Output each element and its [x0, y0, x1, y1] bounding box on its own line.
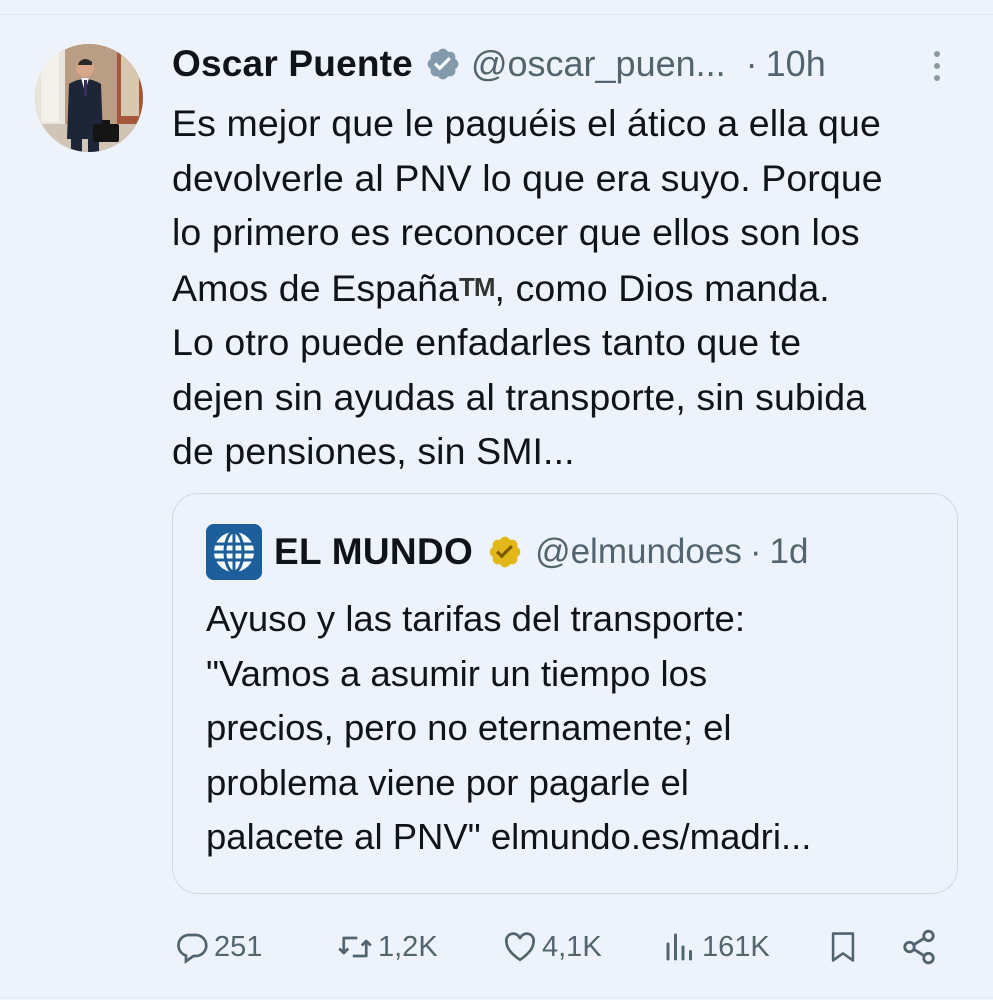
retweet-button[interactable]: 1,2K: [336, 924, 438, 970]
quoted-text-line: palacete al PNV" elmundo.es/madri...: [206, 816, 812, 857]
action-bar: 251 1,2K 4,1K 161K: [172, 924, 952, 970]
retweet-icon: [338, 936, 372, 958]
tweet-header: Oscar Puente @oscar_puen... · 10h: [172, 36, 962, 92]
top-divider: [0, 14, 993, 15]
views-button[interactable]: 161K: [662, 924, 770, 970]
tweet-text-fragment: Amos de España: [172, 266, 459, 309]
tweet-text: Es mejor que le paguéis el ático a ella …: [172, 96, 962, 479]
tweet-text-line: Amos de EspañaTM, como Dios manda.: [172, 260, 962, 316]
tweet-text-line: dejen sin ayudas al transporte, sin subi…: [172, 375, 867, 418]
like-button[interactable]: 4,1K: [502, 924, 602, 970]
avatar-image: [35, 44, 143, 152]
quoted-text-line: problema viene por pagarle el: [206, 761, 689, 803]
separator-dot: ·: [749, 532, 762, 571]
verified-badge-icon: [489, 536, 521, 568]
views-icon: [666, 933, 692, 961]
bookmark-button[interactable]: [826, 924, 860, 970]
quoted-text: Ayuso y las tarifas del transporte: "Vam…: [206, 592, 946, 865]
tweet-time[interactable]: 10h: [766, 43, 826, 85]
tweet-text-line: Es mejor que le paguéis el ático a ella …: [172, 102, 881, 144]
quoted-header: EL MUNDO @elmundoes · 1d: [274, 524, 808, 580]
more-icon[interactable]: [925, 46, 949, 86]
tweet-text-line: lo primero es reconocer que ellos son lo…: [172, 211, 860, 253]
quoted-time[interactable]: 1d: [769, 532, 808, 572]
reply-button[interactable]: 251: [174, 924, 262, 970]
author-handle[interactable]: @oscar_puen...: [471, 43, 726, 85]
like-icon: [504, 932, 536, 962]
quoted-author-name[interactable]: EL MUNDO: [274, 531, 473, 573]
bottom-divider: [0, 997, 993, 998]
quoted-tweet[interactable]: EL MUNDO @elmundoes · 1d Ayuso y las tar…: [172, 493, 958, 894]
tweet-text-line: Lo otro puede enfadarles tanto que te: [172, 321, 802, 363]
quoted-author-handle[interactable]: @elmundoes: [535, 532, 742, 572]
reply-count: 251: [214, 930, 263, 963]
tweet-text-line: devolverle al PNV lo que era suyo. Porqu…: [172, 156, 883, 199]
verified-badge-icon: [427, 48, 459, 80]
like-count: 4,1K: [542, 930, 602, 963]
tweet-text-line: de pensiones, sin SMI...: [172, 430, 575, 472]
share-button[interactable]: [900, 924, 938, 970]
quoted-text-line: "Vamos a asumir un tiempo los: [206, 652, 708, 694]
views-count: 161K: [702, 930, 770, 963]
author-name[interactable]: Oscar Puente: [172, 43, 413, 85]
retweet-count: 1,2K: [378, 930, 438, 963]
quoted-text-line: precios, pero no eternamente; el: [206, 707, 732, 748]
reply-icon: [177, 933, 208, 964]
bookmark-icon: [831, 932, 855, 962]
trademark-symbol: TM: [459, 271, 496, 302]
globe-icon: [206, 524, 262, 580]
share-icon: [903, 929, 935, 965]
tweet-text-fragment: , como Dios manda.: [494, 266, 830, 309]
quoted-text-line: Ayuso y las tarifas del transporte:: [206, 598, 745, 639]
separator-dot: ·: [745, 43, 758, 84]
el-mundo-logo: [206, 524, 262, 580]
avatar[interactable]: [35, 44, 143, 152]
